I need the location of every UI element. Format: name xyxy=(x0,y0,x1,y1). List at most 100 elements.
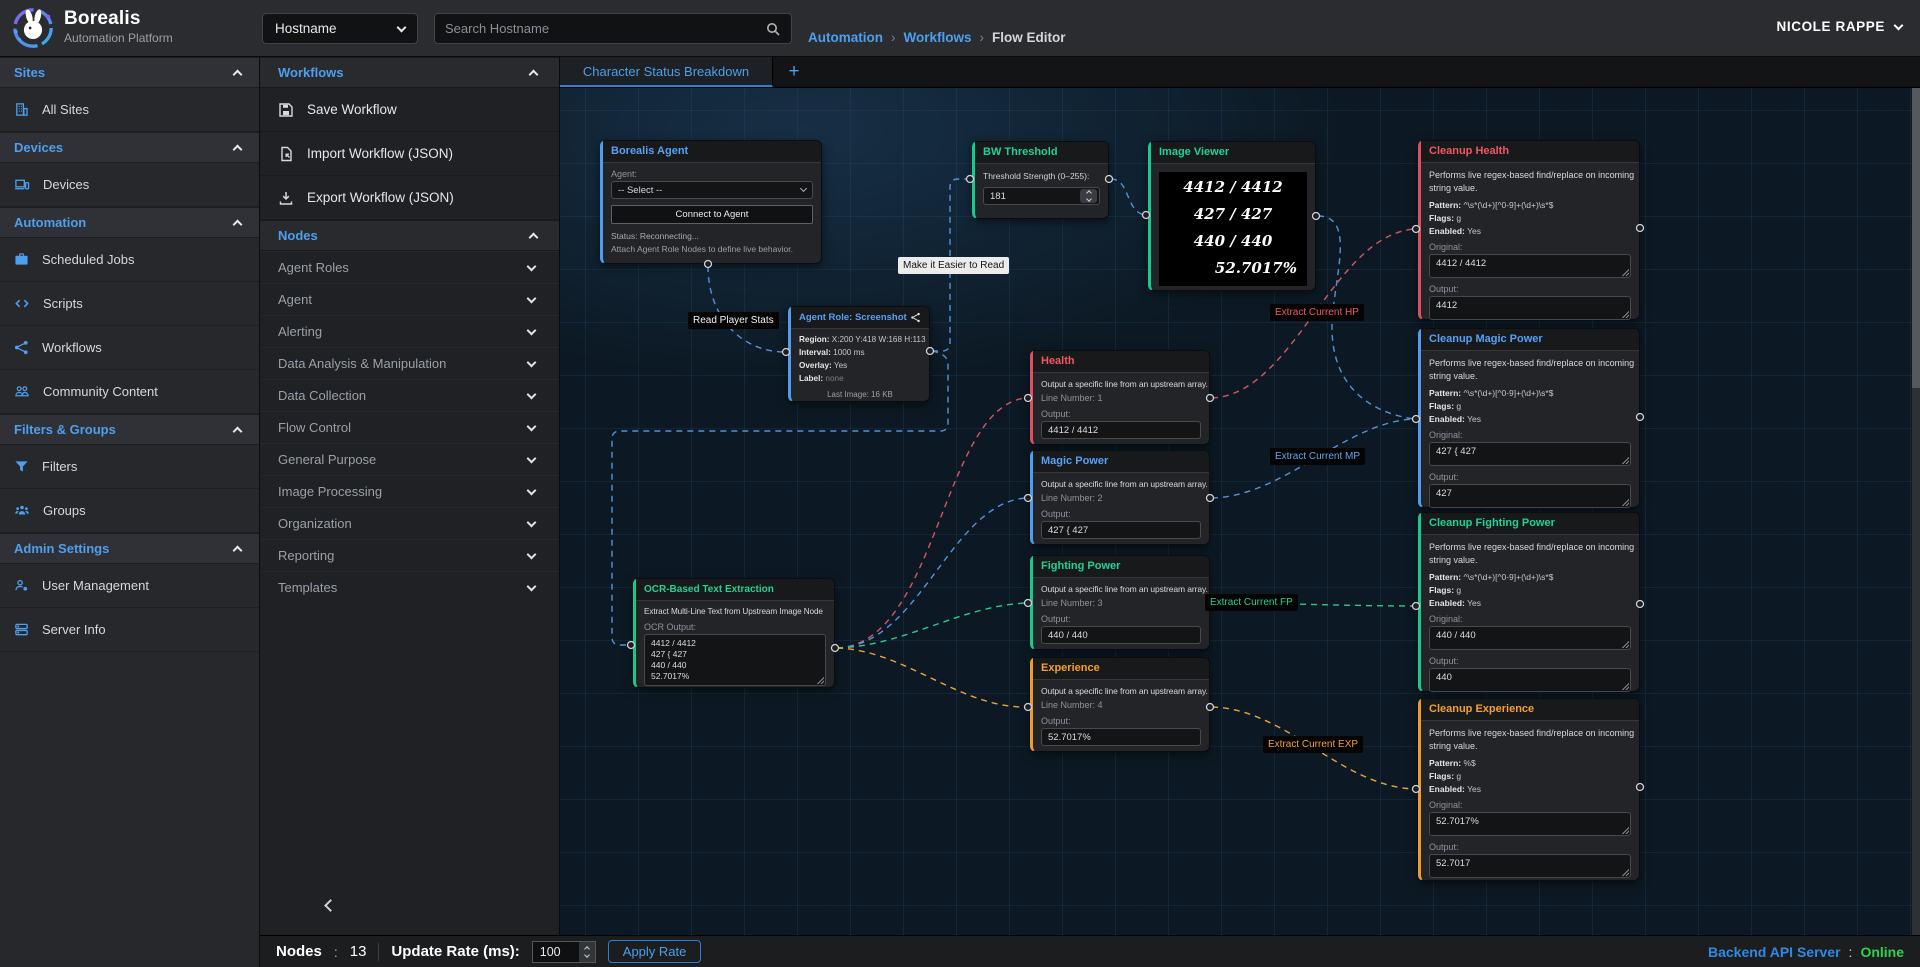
original-textarea[interactable]: 427 { 427 xyxy=(1429,442,1631,466)
node-category-organization[interactable]: Organization xyxy=(260,507,559,539)
panel-section-nodes[interactable]: Nodes xyxy=(260,220,559,251)
node-health[interactable]: Health Output a specific line from an up… xyxy=(1030,350,1210,445)
chevron-down-icon xyxy=(527,357,537,367)
output-textarea[interactable]: 440 xyxy=(1429,668,1631,692)
share-icon[interactable] xyxy=(910,312,921,323)
search-input[interactable] xyxy=(445,21,765,36)
backend-status: Backend API Server : Online xyxy=(1708,944,1904,960)
panel-collapse-button[interactable] xyxy=(322,893,339,919)
category-label: Data Collection xyxy=(278,388,366,403)
node-category-agent[interactable]: Agent xyxy=(260,283,559,315)
node-cleanup-fighting-power[interactable]: Cleanup Fighting Power Performs live reg… xyxy=(1418,512,1640,692)
sidebar-section-filters-groups[interactable]: Filters & Groups xyxy=(0,414,259,445)
canvas-scrollbar-thumb[interactable] xyxy=(1912,88,1920,388)
section-label: Devices xyxy=(14,140,63,155)
sidebar-section-sites[interactable]: Sites xyxy=(0,57,259,88)
output-input[interactable] xyxy=(1041,521,1201,539)
node-description: Performs live regex-based find/replace o… xyxy=(1429,357,1631,370)
sidebar-item-user-management[interactable]: User Management xyxy=(0,564,259,608)
edge-ocr-to-experience[interactable] xyxy=(837,648,1026,707)
output-input[interactable] xyxy=(1041,421,1201,439)
edge-ocr-to-fighting-power[interactable] xyxy=(837,603,1026,648)
node-category-general-purpose[interactable]: General Purpose xyxy=(260,443,559,475)
edge-label-extract-current-mp[interactable]: Extract Current MP xyxy=(1270,448,1365,465)
sidebar-section-automation[interactable]: Automation xyxy=(0,207,259,238)
node-description: string value. xyxy=(1429,370,1631,383)
sidebar-item-label: Server Info xyxy=(42,622,106,637)
node-title: Experience xyxy=(1041,658,1100,679)
node-category-flow-control[interactable]: Flow Control xyxy=(260,411,559,443)
interval-key: Interval: xyxy=(799,348,831,357)
sidebar-item-server-info[interactable]: Server Info xyxy=(0,608,259,652)
edge-agent-to-screenshot-role[interactable] xyxy=(708,266,782,352)
node-category-reporting[interactable]: Reporting xyxy=(260,539,559,571)
sidebar-item-scripts[interactable]: Scripts xyxy=(0,282,259,326)
node-category-data-analysis[interactable]: Data Analysis & Manipulation xyxy=(260,347,559,379)
sidebar-section-devices[interactable]: Devices xyxy=(0,132,259,163)
tab-character-status-breakdown[interactable]: Character Status Breakdown xyxy=(560,57,773,87)
sidebar-section-admin-settings[interactable]: Admin Settings xyxy=(0,533,259,564)
node-cleanup-health[interactable]: Cleanup Health Performs live regex-based… xyxy=(1418,140,1640,320)
node-category-templates[interactable]: Templates xyxy=(260,571,559,603)
flow-canvas[interactable]: Borealis Agent Agent: -- Select -- Conne… xyxy=(560,88,1920,935)
edge-label-extract-current-hp[interactable]: Extract Current HP xyxy=(1270,304,1364,321)
node-category-agent-roles[interactable]: Agent Roles xyxy=(260,251,559,283)
node-agent-role-screenshot[interactable]: Agent Role: Screenshot Region: X:200 Y:4… xyxy=(788,306,930,402)
node-cleanup-magic-power[interactable]: Cleanup Magic Power Performs live regex-… xyxy=(1418,328,1640,508)
edge-ocr-to-health[interactable] xyxy=(837,398,1026,648)
edge-label-extract-current-fp[interactable]: Extract Current FP xyxy=(1205,594,1298,611)
node-category-alerting[interactable]: Alerting xyxy=(260,315,559,347)
node-bw-threshold[interactable]: BW Threshold Threshold Strength (0–255): xyxy=(972,141,1109,219)
import-workflow-button[interactable]: Import Workflow (JSON) xyxy=(260,132,559,176)
ocr-output-textarea[interactable]: 4412 / 4412 427 { 427 440 / 440 52.7017% xyxy=(644,634,826,686)
update-rate-stepper[interactable] xyxy=(579,942,595,962)
node-borealis-agent[interactable]: Borealis Agent Agent: -- Select -- Conne… xyxy=(600,140,822,264)
original-textarea[interactable]: 4412 / 4412 xyxy=(1429,254,1631,278)
agent-select[interactable]: -- Select -- xyxy=(611,181,813,199)
breadcrumb-workflows[interactable]: Workflows xyxy=(904,30,972,45)
sidebar-item-scheduled-jobs[interactable]: Scheduled Jobs xyxy=(0,238,259,282)
panel-section-workflows[interactable]: Workflows xyxy=(260,57,559,88)
node-category-image-processing[interactable]: Image Processing xyxy=(260,475,559,507)
flags-value: g xyxy=(1456,401,1461,411)
output-textarea[interactable]: 427 xyxy=(1429,484,1631,508)
sidebar-item-community-content[interactable]: Community Content xyxy=(0,370,259,414)
edge-label-make-it-easier-to-read[interactable]: Make it Easier to Read xyxy=(898,257,1009,274)
save-workflow-button[interactable]: Save Workflow xyxy=(260,88,559,132)
sidebar-item-all-sites[interactable]: All Sites xyxy=(0,88,259,132)
node-experience[interactable]: Experience Output a specific line from a… xyxy=(1030,657,1210,752)
node-cleanup-experience[interactable]: Cleanup Experience Performs live regex-b… xyxy=(1418,698,1640,881)
sidebar-item-groups[interactable]: Groups xyxy=(0,489,259,533)
node-fighting-power[interactable]: Fighting Power Output a specific line fr… xyxy=(1030,555,1210,650)
connect-to-agent-button[interactable]: Connect to Agent xyxy=(611,205,813,224)
user-menu[interactable]: NICOLE RAPPE xyxy=(1777,19,1902,34)
sidebar-item-devices[interactable]: Devices xyxy=(0,163,259,207)
edge-label-read-player-stats[interactable]: Read Player Stats xyxy=(688,312,779,329)
original-textarea[interactable]: 440 / 440 xyxy=(1429,626,1631,650)
export-workflow-button[interactable]: Export Workflow (JSON) xyxy=(260,176,559,220)
node-magic-power[interactable]: Magic Power Output a specific line from … xyxy=(1030,450,1210,545)
canvas-scrollbar[interactable] xyxy=(1912,88,1920,935)
output-textarea[interactable]: 52.7017 xyxy=(1429,854,1631,878)
sidebar-item-workflows[interactable]: Workflows xyxy=(0,326,259,370)
chevron-down-icon xyxy=(527,293,537,303)
pattern-key: Pattern: xyxy=(1429,572,1461,582)
rabbit-logo-icon xyxy=(10,5,56,51)
apply-rate-button[interactable]: Apply Rate xyxy=(608,940,702,963)
node-category-data-collection[interactable]: Data Collection xyxy=(260,379,559,411)
node-ocr-text-extraction[interactable]: OCR-Based Text Extraction Extract Multi-… xyxy=(633,578,835,688)
edge-label-extract-current-exp[interactable]: Extract Current EXP xyxy=(1263,736,1363,753)
output-textarea[interactable]: 4412 xyxy=(1429,296,1631,320)
edge-bw-threshold-to-image-viewer[interactable] xyxy=(1111,179,1144,215)
line-number-label: Line Number: 2 xyxy=(1041,493,1201,503)
output-input[interactable] xyxy=(1041,728,1201,746)
breadcrumb-automation[interactable]: Automation xyxy=(808,30,883,45)
add-tab-button[interactable]: + xyxy=(773,57,815,87)
original-textarea[interactable]: 52.7017% xyxy=(1429,812,1631,836)
edge-ocr-to-magic-power[interactable] xyxy=(837,498,1026,648)
sidebar-item-filters[interactable]: Filters xyxy=(0,445,259,489)
threshold-stepper[interactable] xyxy=(1080,189,1097,203)
output-input[interactable] xyxy=(1041,626,1201,644)
hostname-dropdown[interactable]: Hostname xyxy=(262,13,418,44)
node-image-viewer[interactable]: Image Viewer 4412 / 4412 427 / 427 440 /… xyxy=(1148,141,1316,291)
